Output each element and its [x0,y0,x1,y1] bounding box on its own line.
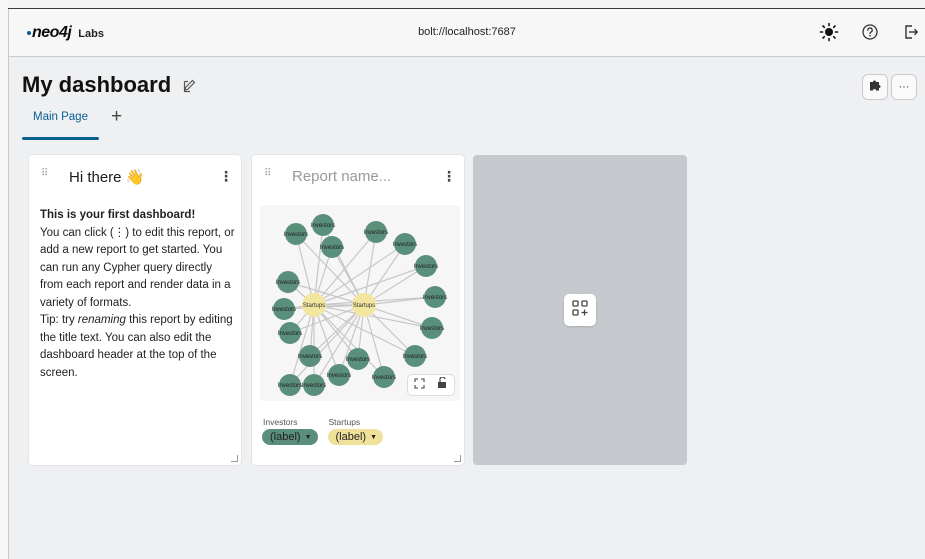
investor-node-label: Investors [414,264,438,270]
window-left-edge [0,0,9,559]
investor-node-label: Investors [302,383,326,389]
investor-node-label: Investors [320,245,344,251]
investor-node-label: Investors [272,307,296,313]
add-report-icon [571,299,589,322]
tab-main-page[interactable]: Main Page [22,106,99,140]
add-report-button[interactable] [564,294,596,326]
welcome-paragraph: You can click (⋮) to edit this report, o… [40,226,235,309]
card-header: ⠿ Hi there 👋 ⋮ [29,155,241,197]
resize-handle[interactable] [231,455,238,462]
investor-node-label: Investors [393,242,417,248]
report-menu-button[interactable]: ⋮ [219,168,233,184]
investor-node-label: Investors [423,295,447,301]
app-header: neo4j Labs bolt://localhost:7687 [9,9,925,57]
investor-node-label: Investors [278,383,302,389]
graph-canvas[interactable]: InvestorsInvestorsInvestorsInvestorsInve… [260,205,460,401]
investor-node-label: Investors [278,331,302,337]
welcome-heading: This is your first dashboard! [40,209,196,221]
page-title[interactable]: My dashboard [22,72,171,98]
welcome-text: This is your first dashboard! You can cl… [40,207,236,382]
drag-handle-icon[interactable]: ⠿ [41,169,49,179]
legend-investors: Investors (label) ▼ [262,417,318,445]
welcome-report-card: ⠿ Hi there 👋 ⋮ This is your first dashbo… [29,155,241,465]
graph-edge [313,224,324,306]
investor-node-label: Investors [372,375,396,381]
window-top-edge [8,0,925,9]
tip-emphasis: renaming [77,314,126,326]
pill-text: (label) [335,431,367,443]
page-tabs: Main Page + [22,106,122,140]
fit-to-screen-icon[interactable] [414,376,425,394]
extensions-button[interactable] [862,74,888,100]
graph-report-card: ⠿ Report name... ⋮ Investors Investors Inv… [252,155,464,465]
graph-visualization[interactable]: Investors Investors Investors Investors Inve… [260,205,460,401]
investor-node-label: Investors [420,326,444,332]
logout-icon[interactable] [900,21,922,43]
caret-down-icon: ▼ [304,433,312,441]
label-selector-investors[interactable]: (label) ▼ [262,429,318,445]
puzzle-icon [868,78,882,97]
startup-node-label: Startups [303,303,325,309]
card-header: ⠿ Report name... ⋮ [252,155,464,197]
pencil-icon[interactable] [181,77,197,93]
investor-node-label: Investors [403,354,427,360]
connection-url: bolt://localhost:7687 [418,26,516,38]
sun-icon[interactable] [818,21,840,43]
add-page-button[interactable]: + [99,106,122,128]
legend-label: Startups [328,417,361,427]
more-options-button[interactable]: ··· [891,74,917,100]
resize-handle[interactable] [454,455,461,462]
drag-handle-icon[interactable]: ⠿ [264,169,272,179]
dashboard-title-row: My dashboard [22,72,197,98]
investor-node-label: Investors [346,357,370,363]
unlock-icon[interactable] [437,376,448,394]
graph-toolbar [408,375,454,395]
legend-label: Investors [263,417,298,427]
tip-prefix: Tip: try [40,314,78,326]
report-title[interactable]: Hi there 👋 [69,168,144,186]
caret-down-icon: ▼ [370,433,378,441]
investor-node-label: Investors [311,223,335,229]
report-name-input[interactable]: Report name... [292,168,391,185]
startup-node-label: Startups [353,303,375,309]
graph-legend: Investors (label) ▼ Startups (label) ▼ [262,417,384,445]
investor-node-label: Investors [276,280,300,286]
legend-startups: Startups (label) ▼ [327,417,384,445]
pill-text: (label) [270,431,301,443]
investor-node-label: Investors [364,230,388,236]
investor-node-label: Investors [298,354,322,360]
investor-node-label: Investors [284,232,308,238]
label-selector-startups[interactable]: (label) ▼ [327,429,384,445]
add-report-placeholder [473,155,687,465]
investor-node-label: Investors [327,373,351,379]
help-circle-icon[interactable] [859,21,881,43]
report-menu-button[interactable]: ⋮ [442,168,456,184]
more-horizontal-icon: ··· [898,81,910,93]
